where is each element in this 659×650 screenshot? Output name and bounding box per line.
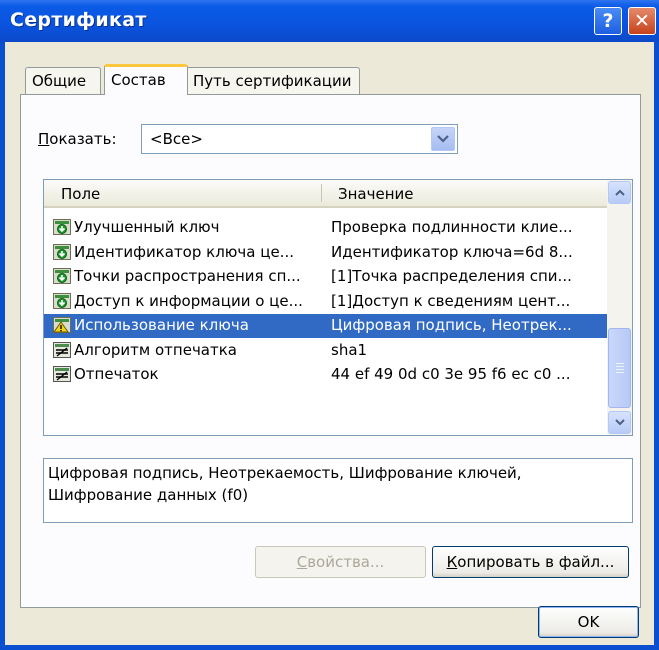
property-icon	[53, 341, 71, 358]
row-value: [1]Точка распределения спи...	[331, 267, 572, 285]
row-field: Идентификатор ключа це...	[74, 242, 294, 261]
row-value: Идентификатор ключа=6d 8...	[331, 242, 573, 261]
property-icon	[53, 366, 71, 382]
row-field: Использование ключа	[74, 316, 249, 334]
critical-extension-icon	[53, 317, 71, 333]
scroll-up-button[interactable]	[608, 181, 631, 204]
extension-icon	[53, 292, 71, 309]
row-value: [1]Доступ к сведениям цент...	[331, 291, 571, 310]
row-value: 44 ef 49 0d c0 3e 95 f6 ec c0 ...	[331, 365, 571, 383]
list-row[interactable]: Улучшенный ключ Проверка подлинности клие…	[44, 216, 607, 240]
list-header: Поле Значение	[44, 180, 607, 208]
row-field: Доступ к информации о це...	[74, 291, 303, 310]
scroll-down-button[interactable]	[608, 411, 631, 434]
row-field: Алгоритм отпечатка	[74, 340, 237, 359]
fields-list[interactable]: Поле Значение Улучшенный ключ Проверка по…	[43, 179, 633, 436]
close-button[interactable]: ✕	[628, 7, 656, 35]
row-value: Проверка подлинности клие...	[331, 218, 573, 236]
column-separator[interactable]	[321, 184, 322, 202]
ok-button[interactable]: OK	[538, 606, 639, 638]
list-row[interactable]: Точки распространения сп... [1]Точка расп…	[44, 265, 607, 289]
list-row[interactable]: Использование ключа Цифровая подпись, Нео…	[44, 314, 607, 338]
row-value: sha1	[331, 340, 368, 359]
row-value: Цифровая подпись, Неотрек...	[331, 316, 572, 334]
description-line-1: Цифровая подпись, Неотрекаемость, Шифров…	[48, 464, 522, 482]
row-field: Точки распространения сп...	[74, 267, 301, 285]
extension-icon	[53, 219, 71, 235]
show-label: Показать:	[38, 130, 117, 148]
tab-certification-path[interactable]: Путь сертификации	[186, 67, 360, 94]
tab-general[interactable]: Общие	[25, 67, 101, 94]
copy-to-file-button[interactable]: Копировать в файл...	[432, 546, 629, 578]
list-row[interactable]: Доступ к информации о це... [1]Доступ к с…	[44, 290, 607, 314]
title-bar[interactable]: Сертификат ? ✕	[0, 0, 659, 42]
extension-icon	[53, 268, 71, 284]
chevron-down-icon[interactable]	[431, 127, 455, 151]
show-dropdown-value: <Все>	[150, 130, 203, 148]
scroll-thumb[interactable]	[608, 328, 631, 408]
certificate-window: Сертификат ? ✕ Общие Состав Путь сертифи…	[0, 0, 659, 650]
row-field: Отпечаток	[74, 365, 159, 383]
list-row[interactable]: Отпечаток 44 ef 49 0d c0 3e 95 f6 ec c0 .…	[44, 363, 607, 387]
column-header-field[interactable]: Поле	[61, 185, 100, 203]
show-dropdown[interactable]: <Все>	[141, 124, 458, 154]
list-row[interactable]: Алгоритм отпечатка sha1	[44, 339, 607, 363]
window-border-right	[654, 42, 659, 650]
field-description[interactable]: Цифровая подпись, Неотрекаемость, Шифров…	[43, 458, 633, 523]
properties-button[interactable]: Свойства...	[255, 546, 426, 578]
column-header-value[interactable]: Значение	[338, 185, 414, 203]
window-title: Сертификат	[10, 9, 147, 31]
tab-details[interactable]: Состав	[104, 64, 188, 95]
description-line-2: Шифрование данных (f0)	[48, 486, 249, 504]
extension-icon	[53, 243, 71, 260]
help-button[interactable]: ?	[594, 7, 622, 35]
vertical-scrollbar[interactable]	[607, 180, 632, 435]
row-field: Улучшенный ключ	[74, 218, 220, 236]
list-row[interactable]: Идентификатор ключа це... Идентификатор к…	[44, 241, 607, 265]
